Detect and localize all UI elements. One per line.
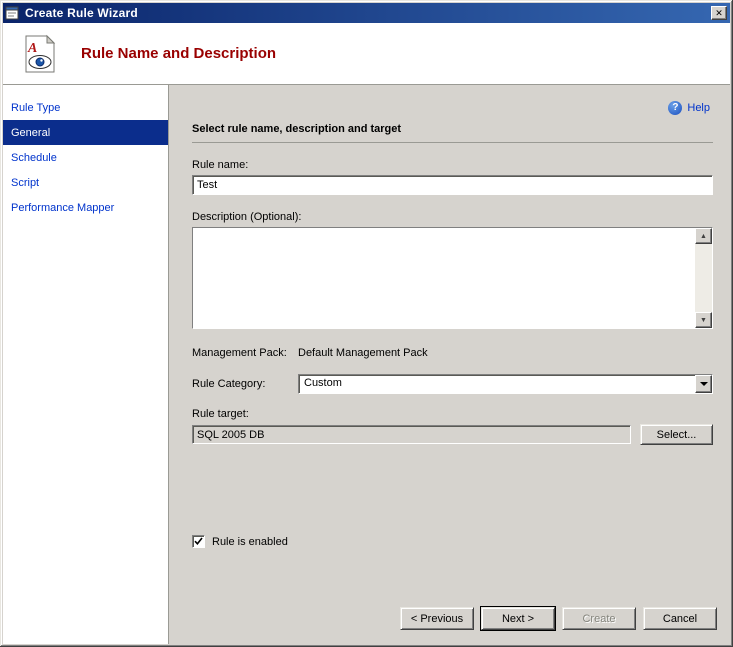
close-button[interactable]: ✕ bbox=[711, 6, 727, 20]
help-row: ? Help bbox=[169, 85, 730, 115]
rule-name-input[interactable] bbox=[192, 175, 713, 195]
management-pack-value: Default Management Pack bbox=[298, 347, 428, 359]
arrow-up-icon: ▲ bbox=[700, 232, 707, 240]
titlebar[interactable]: Create Rule Wizard ✕ bbox=[3, 3, 730, 23]
description-scrollbar[interactable]: ▲ ▼ bbox=[695, 228, 712, 328]
create-rule-wizard-window: Create Rule Wizard ✕ A Rule Name and Des… bbox=[0, 0, 733, 647]
rule-category-value: Custom bbox=[304, 377, 342, 389]
sidebar-item-performance-mapper[interactable]: Performance Mapper bbox=[3, 195, 168, 220]
arrow-down-icon: ▼ bbox=[700, 316, 707, 324]
rule-target-row: Select... bbox=[192, 424, 713, 445]
dropdown-button[interactable] bbox=[695, 375, 712, 393]
management-pack-row: Management Pack: Default Management Pack bbox=[192, 347, 713, 359]
cancel-button[interactable]: Cancel bbox=[643, 607, 717, 630]
wizard-header: A Rule Name and Description bbox=[3, 23, 730, 85]
rule-category-dropdown[interactable]: Custom bbox=[298, 374, 713, 394]
sidebar-item-rule-type[interactable]: Rule Type bbox=[3, 95, 168, 120]
rule-name-label: Rule name: bbox=[192, 159, 249, 171]
sidebar-item-general[interactable]: General bbox=[3, 120, 168, 145]
close-icon: ✕ bbox=[715, 7, 723, 18]
wizard-footer: < Previous Next > Create Cancel bbox=[169, 600, 730, 644]
description-textarea[interactable] bbox=[193, 228, 695, 328]
rule-target-label: Rule target: bbox=[192, 408, 249, 420]
page-title: Rule Name and Description bbox=[81, 45, 277, 62]
rule-icon: A bbox=[19, 34, 59, 74]
description-textbox: ▲ ▼ bbox=[192, 227, 713, 329]
svg-text:A: A bbox=[27, 41, 37, 56]
section-title: Select rule name, description and target bbox=[192, 123, 713, 143]
general-step-content: Select rule name, description and target… bbox=[169, 115, 730, 600]
rule-category-label: Rule Category: bbox=[192, 378, 266, 390]
chevron-down-icon bbox=[699, 382, 708, 386]
management-pack-label: Management Pack: bbox=[192, 347, 287, 359]
rule-target-field[interactable] bbox=[192, 425, 631, 444]
sidebar-item-schedule[interactable]: Schedule bbox=[3, 145, 168, 170]
window-icon bbox=[5, 5, 21, 21]
scroll-down-button[interactable]: ▼ bbox=[695, 312, 712, 328]
create-button: Create bbox=[562, 607, 636, 630]
wizard-steps-sidebar: Rule Type General Schedule Script Perfor… bbox=[3, 85, 169, 644]
rule-enabled-label: Rule is enabled bbox=[212, 535, 288, 548]
scroll-up-button[interactable]: ▲ bbox=[695, 228, 712, 244]
help-icon: ? bbox=[668, 101, 683, 115]
check-icon bbox=[194, 537, 203, 546]
previous-button[interactable]: < Previous bbox=[400, 607, 474, 630]
next-button[interactable]: Next > bbox=[481, 607, 555, 630]
select-target-button[interactable]: Select... bbox=[640, 424, 713, 445]
window-title: Create Rule Wizard bbox=[25, 6, 138, 20]
sidebar-item-script[interactable]: Script bbox=[3, 170, 168, 195]
help-link[interactable]: Help bbox=[687, 102, 710, 114]
rule-enabled-checkbox[interactable] bbox=[192, 535, 205, 548]
rule-enabled-row: Rule is enabled bbox=[192, 535, 713, 548]
rule-category-row: Rule Category: Custom bbox=[192, 374, 713, 394]
description-label: Description (Optional): bbox=[192, 211, 302, 223]
